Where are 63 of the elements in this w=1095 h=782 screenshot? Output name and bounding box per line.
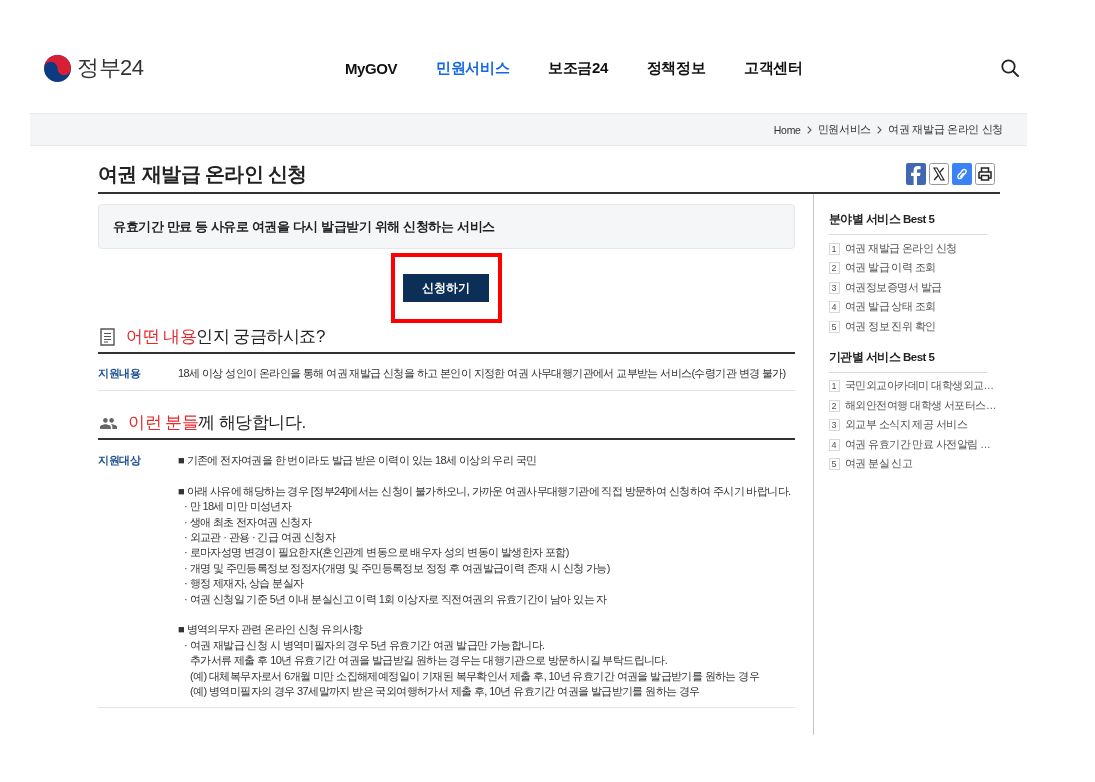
list-item: · 여권 신청일 기준 5년 이내 분실신고 이력 1회 이상자로 직전여권의 유효기간이 남아 있는 자 bbox=[183, 591, 607, 607]
row-label: 지원내용 bbox=[98, 366, 142, 381]
rank-number: 1 bbox=[828, 380, 840, 393]
sidebar-link[interactable]: 여권 발급 이력 조회 bbox=[844, 261, 936, 276]
note-text: 추가서류 제출 후 10년 유효기간 여권을 발급받길 원하는 경우는 대행기관으로 방문하시길 부탁드립니다. bbox=[189, 653, 668, 669]
print-icon[interactable] bbox=[975, 163, 995, 185]
note-text: (예) 대체복무자로서 6개월 미만 소집해제예정일이 기재된 복무확인서 제출 후, 10년 유효기간 여권을 발급받기를 원하는 경우 bbox=[189, 668, 760, 684]
rank-number: 3 bbox=[828, 281, 840, 294]
sidebar-link[interactable]: 여권정보증명서 발급 bbox=[844, 280, 942, 295]
rank-number: 5 bbox=[828, 458, 840, 471]
search-icon[interactable] bbox=[1001, 59, 1019, 77]
page-title: 여권 재발급 온라인 신청 bbox=[98, 162, 307, 187]
nav-item[interactable]: 고객센터 bbox=[744, 58, 803, 78]
row-text: 18세 이상 성인이 온라인을 통해 여권 재발급 신청을 하고 본인이 지정한 여권 사무대행기관에서 교부받는 서비스(수령기관 변경 불가) bbox=[178, 366, 786, 381]
list-heading: ■ 아래 사유에 해당하는 경우 [정부24]에서는 신청이 불가하오니, 가까운 여권사무대행기관에 직접 방문하여 신청하여 주시기 바랍니다. bbox=[178, 483, 791, 499]
sidebar-heading: 기관별 서비스 Best 5 bbox=[828, 348, 987, 373]
sidebar-link[interactable]: 국민외교아카데미 대학생외교… bbox=[844, 379, 994, 394]
nav-item[interactable]: MyGOV bbox=[345, 58, 398, 78]
rank-number: 2 bbox=[828, 399, 840, 412]
breadcrumb-link[interactable]: 여권 재발급 온라인 신청 bbox=[888, 122, 1003, 137]
rank-number: 5 bbox=[828, 320, 840, 333]
note-text: (예) 병역미필자의 경우 37세말까지 받은 국외여행허가서 제출 후, 10년 유효기간 여권을 발급받기를 원하는 경우 bbox=[189, 684, 700, 700]
list-item: · 행정 제재자, 상습 분실자 bbox=[183, 576, 304, 592]
rank-number: 4 bbox=[828, 438, 840, 451]
sidebar-link[interactable]: 여권 분실 신고 bbox=[844, 457, 913, 472]
sidebar-link[interactable]: 여권 유효기간 만료 사전알림 … bbox=[844, 437, 991, 452]
nav-item[interactable]: 보조금24 bbox=[548, 58, 608, 78]
sidebar-link[interactable]: 여권 발급 상태 조회 bbox=[844, 300, 936, 315]
list-heading: ■ 병역의무자 관련 온라인 신청 유의사항 bbox=[178, 622, 363, 638]
list-item: · 생애 최초 전자여권 신청자 bbox=[183, 514, 312, 530]
chevron-icon bbox=[877, 125, 883, 134]
rank-number: 2 bbox=[828, 262, 840, 275]
rank-number: 3 bbox=[828, 419, 840, 432]
breadcrumb-link[interactable]: 민원서비스 bbox=[817, 122, 872, 137]
rank-number: 1 bbox=[828, 242, 840, 255]
apply-button[interactable]: 신청하기 bbox=[403, 274, 490, 302]
list-item: · 여권 재발급 신청 시 병역미필자의 경우 5년 유효기간 여권 발급만 가능합니다. bbox=[183, 637, 545, 653]
sidebar-link[interactable]: 해외안전여행 대학생 서포터스… bbox=[844, 398, 996, 413]
chevron-icon bbox=[806, 125, 812, 134]
service-summary: 유효기간 만료 등 사유로 여권을 다시 발급받기 위해 신청하는 서비스 bbox=[98, 204, 795, 249]
list-item: · 외교관 · 관용 · 긴급 여권 신청자 bbox=[183, 530, 336, 545]
link-icon[interactable] bbox=[952, 163, 972, 185]
list-item: · 로마자성명 변경이 필요한자(혼인관계 변동으로 배우자 성의 변동이 발생한자 포함) bbox=[183, 545, 569, 561]
sidebar-link[interactable]: 여권 정보 진위 확인 bbox=[844, 319, 936, 334]
row-label: 지원대상 bbox=[98, 453, 142, 468]
facebook-icon[interactable] bbox=[906, 163, 926, 185]
sidebar-link[interactable]: 외교부 소식지 제공 서비스 bbox=[844, 418, 968, 433]
x-logo-icon[interactable] bbox=[929, 163, 949, 185]
breadcrumb-link[interactable]: Home bbox=[773, 123, 801, 136]
sidebar-link[interactable]: 여권 재발급 온라인 신청 bbox=[844, 241, 957, 256]
list-heading: ■ 기존에 전자여권을 한 번이라도 발급 받은 이력이 있는 18세 이상의 우리 국민 bbox=[178, 453, 537, 468]
section-heading: 어떤 내용인지 궁금하시죠? bbox=[126, 326, 325, 348]
list-item: · 만 18세 미만 미성년자 bbox=[183, 499, 292, 515]
list-item: · 개명 및 주민등록정보 정정자(개명 및 주민등록정보 정정 후 여권발급이력 존재 시 신청 가능) bbox=[183, 560, 610, 576]
logo-text[interactable]: 정부24 bbox=[77, 53, 144, 83]
emblem-icon[interactable] bbox=[44, 54, 71, 82]
nav-item[interactable]: 민원서비스 bbox=[436, 58, 510, 78]
section-heading: 이런 분들께 해당합니다. bbox=[128, 412, 306, 434]
nav-item[interactable]: 정책정보 bbox=[646, 58, 706, 78]
people-icon bbox=[100, 417, 117, 429]
sidebar-heading: 분야별 서비스 Best 5 bbox=[828, 211, 987, 235]
document-icon bbox=[100, 328, 115, 346]
rank-number: 4 bbox=[828, 301, 840, 314]
